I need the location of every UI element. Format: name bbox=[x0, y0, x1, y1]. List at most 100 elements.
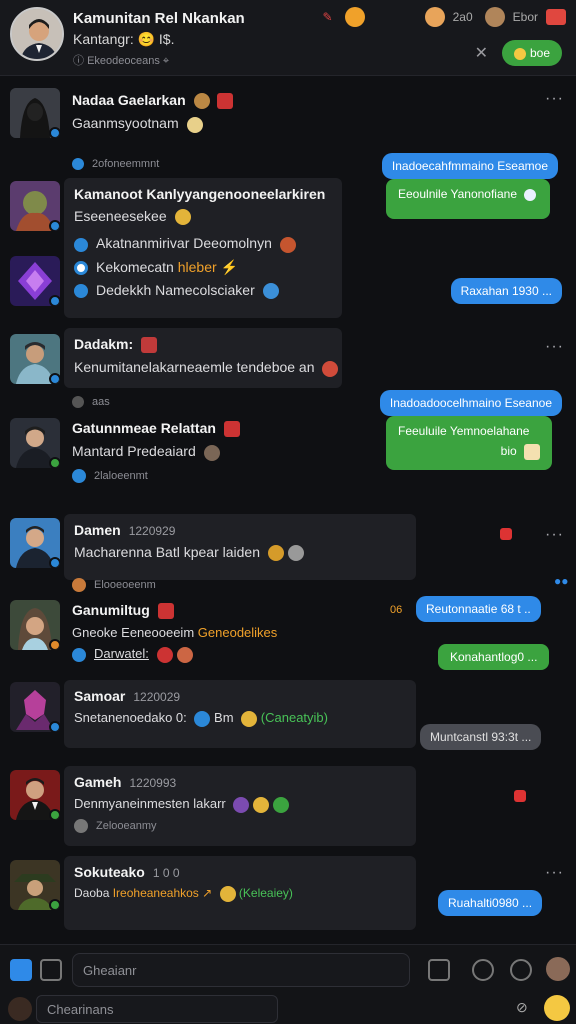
emoji-icon bbox=[322, 360, 339, 377]
alert-icon[interactable] bbox=[500, 528, 512, 540]
user-avatar[interactable] bbox=[8, 997, 32, 1021]
reply-bubble[interactable]: Raxahan 1930 ... bbox=[450, 278, 562, 304]
message-content: Gatunnmeae Relattan Mantard Predeaiard 2… bbox=[72, 420, 240, 483]
outgoing-tag-text: bio bbox=[500, 444, 517, 459]
message-text-body: Mantard Predeaiard bbox=[72, 443, 196, 460]
outgoing-tag: bio bbox=[398, 444, 540, 460]
reply-bubble[interactable]: Inadoadoocelhmaino Eseanoe bbox=[379, 390, 562, 416]
highlight-text: (Keleaiey) bbox=[238, 886, 293, 901]
highlight-text: Geneodelikes bbox=[197, 625, 278, 641]
voice-icon[interactable] bbox=[510, 959, 532, 981]
header-action-button[interactable]: boe bbox=[501, 40, 562, 66]
emoji-icon bbox=[524, 444, 540, 460]
sender-name: Samoar 1220029 bbox=[74, 688, 406, 704]
status-badge bbox=[49, 721, 60, 732]
status-badge bbox=[49, 809, 60, 820]
message-text: Eseeneesekee bbox=[74, 208, 332, 226]
globe-icon bbox=[194, 710, 211, 727]
avatar[interactable] bbox=[10, 256, 60, 306]
emoji-icon bbox=[176, 646, 193, 663]
header-actions: ✕ boe bbox=[475, 40, 562, 66]
message-text-body: Daoba bbox=[74, 886, 110, 901]
timestamp: 1220029 bbox=[133, 690, 181, 704]
more-options-icon[interactable]: ··· bbox=[545, 864, 564, 882]
reply-bubble[interactable]: Ruahalti0980 ... bbox=[438, 890, 543, 916]
status-badge bbox=[49, 373, 60, 384]
highlight-text: Ireoheaneahkos bbox=[112, 886, 199, 901]
message-line-text[interactable]: Darwatel: bbox=[94, 646, 149, 661]
reply-icon bbox=[72, 396, 84, 409]
avatar[interactable] bbox=[10, 682, 60, 732]
sender-name: Gatunnmeae Relattan bbox=[72, 420, 240, 438]
avatar[interactable] bbox=[10, 860, 60, 910]
message-row: Gameh 1220993 Denmyaneinmesten lakarr Zel… bbox=[0, 766, 576, 846]
sender-name-text: Nadaa Gaelarkan bbox=[72, 92, 186, 108]
avatar[interactable] bbox=[10, 334, 60, 384]
reply-bubble[interactable]: Reutonnaatie 68 t .. bbox=[416, 596, 541, 622]
outgoing-text: Feeuluile Yemnoelahane bbox=[398, 424, 530, 438]
close-icon[interactable]: ✕ bbox=[475, 43, 488, 63]
sender-name-text: Gatunnmeae Relattan bbox=[72, 420, 216, 436]
globe-icon bbox=[262, 282, 279, 299]
calendar-icon[interactable] bbox=[428, 959, 450, 981]
more-options-icon[interactable]: ··· bbox=[545, 338, 564, 356]
message-text: Gneoke Eeneooeeim Geneodelikes bbox=[72, 625, 277, 640]
reply-bubble[interactable]: Muntcanstl 93:3t ... bbox=[420, 724, 542, 750]
gift-icon[interactable] bbox=[546, 9, 566, 25]
sender-name-text: Samoar bbox=[74, 688, 126, 704]
message-text: Snetanenoedako 0: Bm (Caneatyib) bbox=[74, 710, 406, 727]
chat-icon[interactable] bbox=[472, 959, 494, 981]
mute-icon[interactable]: ⊘ bbox=[516, 999, 528, 1016]
message-meta-text: Elooeoeenm bbox=[94, 578, 156, 591]
message-meta-text: 2laloeenmt bbox=[94, 469, 148, 482]
message-bubble: Damen 1220929 Macharenna Batl kpear laide… bbox=[64, 514, 416, 580]
message-row: Nadaa Gaelarkan Gaanmsyootnam 2ofoneemmn… bbox=[0, 86, 576, 179]
sender-name-text: Damen bbox=[74, 522, 121, 538]
message-bubble: Gameh 1220993 Denmyaneinmesten lakarr Zel… bbox=[64, 766, 416, 846]
profile-avatar[interactable] bbox=[546, 957, 570, 981]
message-row: Damen 1220929 Macharenna Batl kpear laide… bbox=[0, 514, 576, 594]
message-meta: 2ofoneemmnt bbox=[72, 158, 159, 171]
reply-icon bbox=[74, 237, 88, 252]
message-text: Denmyaneinmesten lakarr bbox=[74, 796, 406, 813]
message-text-extra: Bm bbox=[214, 710, 234, 725]
avatar[interactable] bbox=[10, 418, 60, 468]
avatar[interactable] bbox=[10, 600, 60, 650]
emoji-icon bbox=[174, 209, 191, 226]
highlight-text: (Caneatyib) bbox=[260, 710, 328, 725]
status-badge bbox=[49, 127, 60, 138]
group-meta-text: Ekeodeoceans bbox=[87, 55, 160, 67]
more-options-icon[interactable]: ··· bbox=[545, 90, 564, 108]
avatar[interactable] bbox=[10, 181, 60, 231]
message-meta: aas bbox=[72, 396, 110, 409]
message-meta: Zelooeanmy bbox=[74, 818, 406, 833]
group-avatar[interactable] bbox=[10, 7, 64, 61]
sender-name: Nadaa Gaelarkan bbox=[72, 92, 234, 110]
emoji-picker-icon[interactable] bbox=[544, 995, 570, 1021]
user-avatar-icon[interactable] bbox=[424, 7, 445, 27]
message-text: Daoba Ireoheaneahkos ↗ (Keleaiey) bbox=[74, 886, 406, 902]
secondary-input[interactable]: Chearinans bbox=[36, 995, 278, 1023]
alert-icon[interactable] bbox=[514, 790, 526, 802]
timestamp: 1220993 bbox=[129, 776, 177, 790]
outgoing-bubble[interactable]: Eeoulnile Yanonofiane bbox=[386, 179, 550, 219]
outgoing-bubble[interactable]: Feeuluile Yemnoelahane bio bbox=[386, 416, 552, 470]
message-row: Dadakm: Kenumitanelakarneaemle tendeboe … bbox=[0, 328, 576, 416]
more-options-icon[interactable]: ··· bbox=[545, 526, 564, 544]
message-input[interactable]: Gheaianr bbox=[72, 953, 410, 987]
emoji-icon bbox=[524, 188, 537, 201]
avatar[interactable] bbox=[10, 518, 60, 568]
avatar[interactable] bbox=[10, 88, 60, 138]
reply-icon bbox=[72, 578, 86, 592]
avatar[interactable] bbox=[10, 770, 60, 820]
reply-bubble[interactable]: Inadoecahfmmaino Eseamoe bbox=[381, 153, 558, 179]
status-badge bbox=[49, 899, 60, 910]
grid-icon[interactable] bbox=[40, 959, 62, 981]
pen-icon[interactable]: ✎ bbox=[323, 10, 333, 24]
message-row: Sokuteako 1 0 0 Daoba Ireoheaneahkos ↗ (K… bbox=[0, 856, 576, 942]
outgoing-bubble[interactable]: Konahantlog0 ... bbox=[438, 644, 550, 670]
gear-icon[interactable] bbox=[484, 7, 505, 27]
emoji-icon[interactable] bbox=[344, 7, 365, 27]
gallery-icon[interactable] bbox=[10, 959, 32, 981]
message-row: Gatunnmeae Relattan Mantard Predeaiard 2… bbox=[0, 414, 576, 506]
